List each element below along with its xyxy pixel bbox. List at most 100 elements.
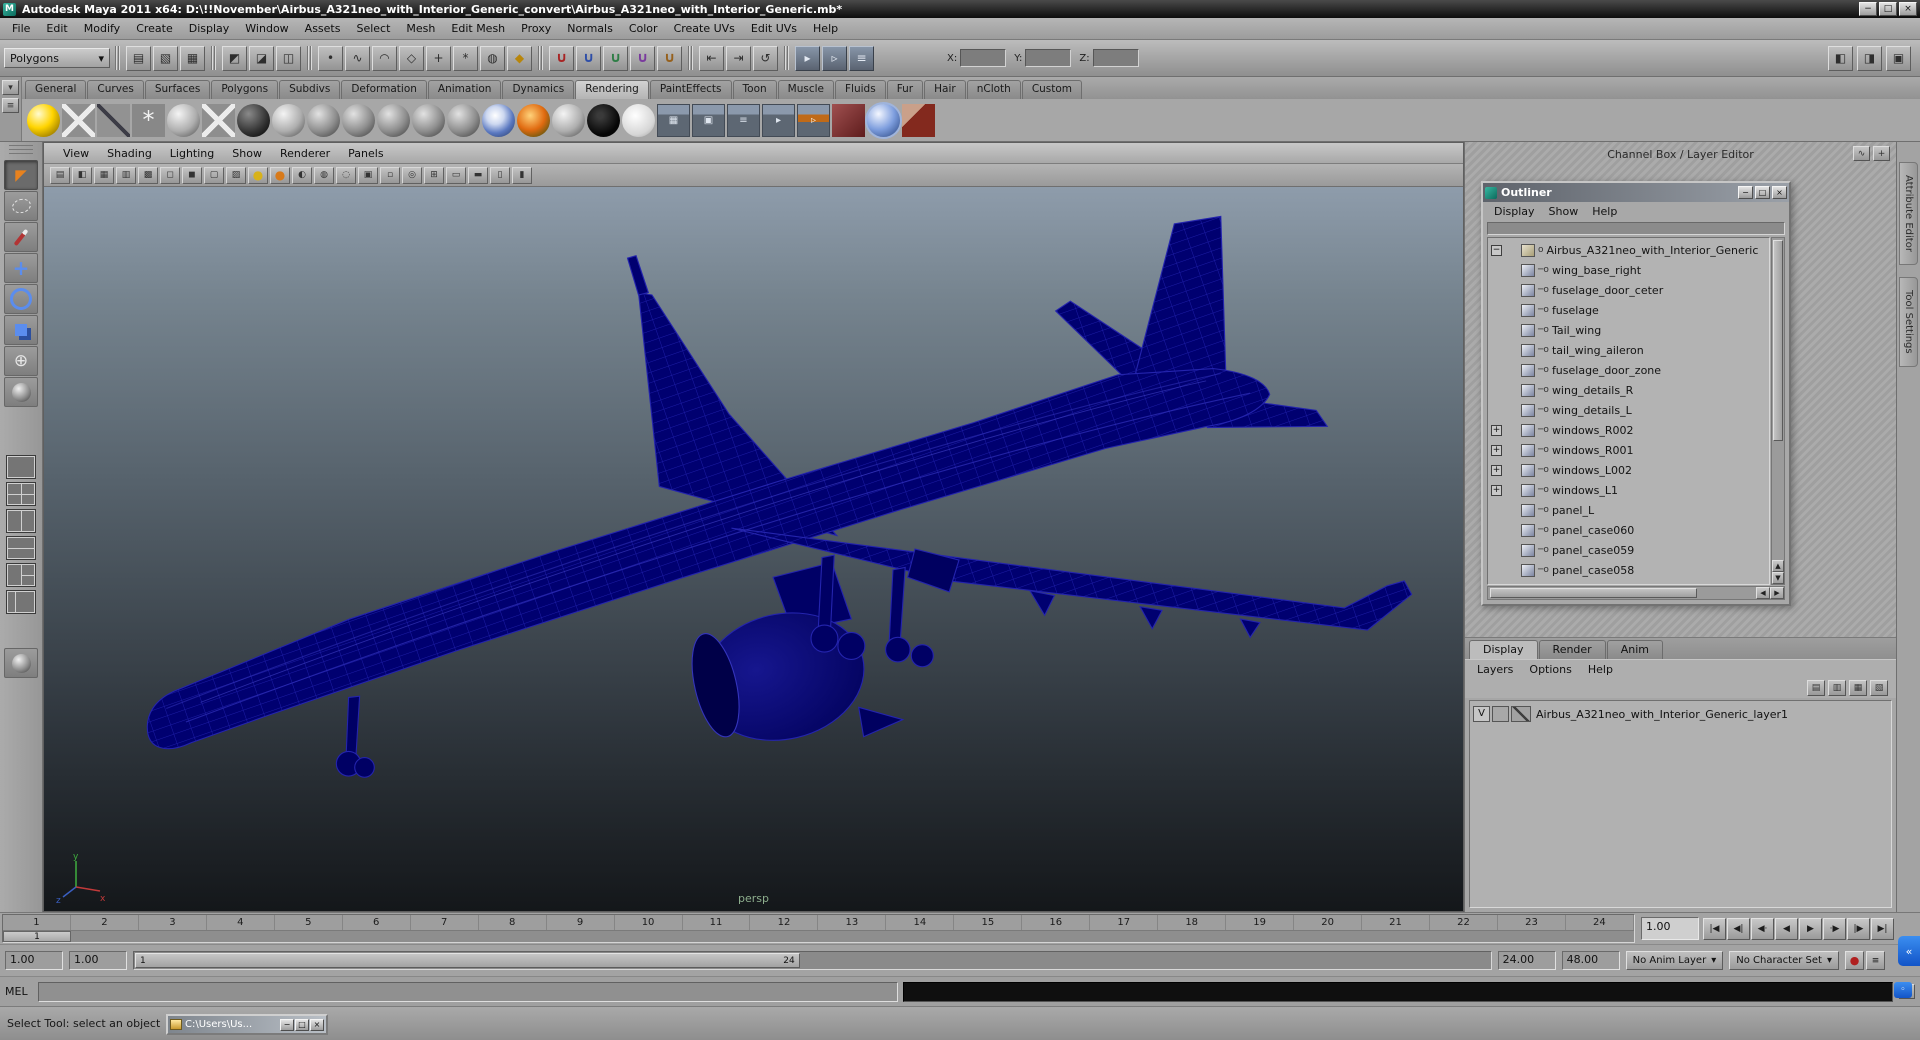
- timeline-frame-10[interactable]: 10: [615, 915, 683, 930]
- toggle-left-panels-icon[interactable]: ◧: [1828, 45, 1853, 71]
- ipr-render-icon[interactable]: ▹: [822, 45, 847, 71]
- rotate-tool[interactable]: [4, 284, 38, 314]
- 3d-paint-icon[interactable]: [902, 103, 935, 137]
- step-back-key-button[interactable]: ◀·: [1751, 917, 1774, 940]
- select-object-icon[interactable]: ◪: [249, 45, 274, 71]
- timeline-frame-16[interactable]: 16: [1022, 915, 1091, 930]
- menu-display[interactable]: Display: [181, 22, 238, 35]
- hypershade-icon[interactable]: ▦: [657, 103, 690, 137]
- surface-shader-icon[interactable]: [552, 103, 585, 137]
- snap-to-point-icon[interactable]: ∪: [603, 45, 628, 71]
- coord-input-y[interactable]: [1025, 49, 1072, 67]
- scroll-right-button[interactable]: ▶: [1770, 587, 1784, 599]
- toolbar-separator[interactable]: [687, 46, 694, 70]
- timeline-frame-19[interactable]: 19: [1226, 915, 1295, 930]
- viewport-menu-renderer[interactable]: Renderer: [271, 147, 339, 160]
- outliner-item[interactable]: ─o tail_wing_aileron: [1488, 340, 1769, 360]
- step-forward-frame-button[interactable]: |▶: [1847, 917, 1870, 940]
- render-layers-icon[interactable]: [867, 103, 900, 137]
- isolate-select-icon[interactable]: ◎: [402, 166, 422, 184]
- timeline-frame-1[interactable]: 1: [3, 915, 71, 930]
- outliner-titlebar[interactable]: Outliner − □ ×: [1483, 183, 1789, 202]
- new-scene-icon[interactable]: ▤: [126, 45, 151, 71]
- shelf-tab-subdivs[interactable]: Subdivs: [279, 80, 341, 99]
- range-slider-track[interactable]: 1 24: [133, 951, 1492, 970]
- render-current-frame-icon[interactable]: ▸: [795, 45, 820, 71]
- timeline-frame-21[interactable]: 21: [1362, 915, 1431, 930]
- outliner-item[interactable]: + ─o windows_R002: [1488, 420, 1769, 440]
- shelf-tab-deformation[interactable]: Deformation: [341, 80, 427, 99]
- select-camera-icon[interactable]: ▤: [50, 166, 70, 184]
- batch-render-icon[interactable]: ▹: [797, 103, 830, 137]
- menu-proxy[interactable]: Proxy: [513, 22, 559, 35]
- motion-blur-icon[interactable]: ◌: [336, 166, 356, 184]
- three-pane-layout-button[interactable]: [6, 563, 36, 587]
- outliner-item[interactable]: + ─o windows_R001: [1488, 440, 1769, 460]
- titlebar[interactable]: M Autodesk Maya 2011 x64: D:\!!November\…: [0, 0, 1920, 18]
- timeline-frame-12[interactable]: 12: [750, 915, 819, 930]
- outliner-item[interactable]: ─o panel_L: [1488, 500, 1769, 520]
- playback-end-field[interactable]: 24.00: [1497, 951, 1556, 970]
- outliner-item[interactable]: ─o Tail_wing: [1488, 320, 1769, 340]
- menu-select[interactable]: Select: [348, 22, 398, 35]
- black-sphere-icon[interactable]: [587, 103, 620, 137]
- toolbar-separator[interactable]: [306, 46, 313, 70]
- step-forward-key-button[interactable]: ·▶: [1823, 917, 1846, 940]
- timeline-frame-15[interactable]: 15: [954, 915, 1023, 930]
- scroll-down-button[interactable]: ▼: [1772, 572, 1784, 584]
- snap-to-grid-icon[interactable]: ∪: [549, 45, 574, 71]
- timeline-frame-22[interactable]: 22: [1430, 915, 1498, 930]
- go-to-end-button[interactable]: ▶|: [1871, 917, 1894, 940]
- select-hierarchy-icon[interactable]: ◩: [222, 45, 247, 71]
- outliner-item[interactable]: ─o panel_case058: [1488, 560, 1769, 580]
- go-to-start-button[interactable]: |◀: [1703, 917, 1726, 940]
- layer-editor-tab-display[interactable]: Display: [1469, 640, 1538, 659]
- anim-layer-selector[interactable]: No Anim Layer ▾: [1625, 951, 1724, 970]
- outliner-item[interactable]: ─o fuselage_door_ceter: [1488, 280, 1769, 300]
- coord-input-z[interactable]: [1092, 49, 1139, 67]
- phong-material-icon[interactable]: [377, 103, 410, 137]
- channel-manipulator-icon[interactable]: +: [1873, 146, 1890, 161]
- render-globals-icon[interactable]: ≡: [727, 103, 760, 137]
- menu-window[interactable]: Window: [237, 22, 296, 35]
- shelf-tab-rendering[interactable]: Rendering: [575, 80, 649, 99]
- menu-set-selector[interactable]: Polygons ▾: [4, 48, 110, 68]
- coord-input-x[interactable]: [960, 49, 1007, 67]
- layer-type-box[interactable]: [1492, 706, 1509, 722]
- menu-color[interactable]: Color: [621, 22, 666, 35]
- outliner-maximize-button[interactable]: □: [1755, 186, 1770, 199]
- safe-title-icon[interactable]: ▮: [512, 166, 532, 184]
- universal-manipulator-tool[interactable]: ⊕: [4, 346, 38, 376]
- shelf-tab-hair[interactable]: Hair: [924, 80, 966, 99]
- play-backwards-button[interactable]: ◀: [1775, 917, 1798, 940]
- timeline-frame-14[interactable]: 14: [886, 915, 955, 930]
- spot-light-icon[interactable]: [62, 103, 95, 137]
- shelf-menu-button[interactable]: ≡: [2, 98, 19, 113]
- timeline-frame-20[interactable]: 20: [1294, 915, 1363, 930]
- layer-editor-tab-render[interactable]: Render: [1538, 640, 1606, 659]
- outliner-minimize-button[interactable]: −: [1738, 186, 1753, 199]
- use-all-lights-icon[interactable]: ●: [270, 166, 290, 184]
- custom-layout-button[interactable]: [4, 648, 38, 678]
- ramp-shader-icon[interactable]: [482, 103, 515, 137]
- area-light-icon[interactable]: *: [132, 103, 165, 137]
- menu-create[interactable]: Create: [128, 22, 181, 35]
- viewport-menu-show[interactable]: Show: [223, 147, 271, 160]
- expand-icon[interactable]: +: [1491, 464, 1502, 476]
- scroll-up-button[interactable]: ▲: [1772, 560, 1784, 572]
- select-component-icon[interactable]: ◫: [276, 45, 301, 71]
- snap-to-curve-icon[interactable]: ∪: [576, 45, 601, 71]
- single-pane-layout-button[interactable]: [6, 455, 36, 479]
- toggle-right-panels-icon[interactable]: ◨: [1857, 45, 1882, 71]
- use-default-lighting-icon[interactable]: ●: [248, 166, 268, 184]
- scale-tool[interactable]: [4, 315, 38, 345]
- toolbar-separator[interactable]: [210, 46, 217, 70]
- outliner-close-button[interactable]: ×: [1772, 186, 1787, 199]
- play-forwards-button[interactable]: ▶: [1799, 917, 1822, 940]
- menu-normals[interactable]: Normals: [559, 22, 621, 35]
- shelf-tab-fur[interactable]: Fur: [886, 80, 924, 99]
- blinn-material-icon[interactable]: [342, 103, 375, 137]
- outliner-menu-show[interactable]: Show: [1542, 205, 1586, 218]
- scrollbar-thumb[interactable]: [1773, 240, 1783, 441]
- select-curves-icon[interactable]: ∿: [345, 45, 370, 71]
